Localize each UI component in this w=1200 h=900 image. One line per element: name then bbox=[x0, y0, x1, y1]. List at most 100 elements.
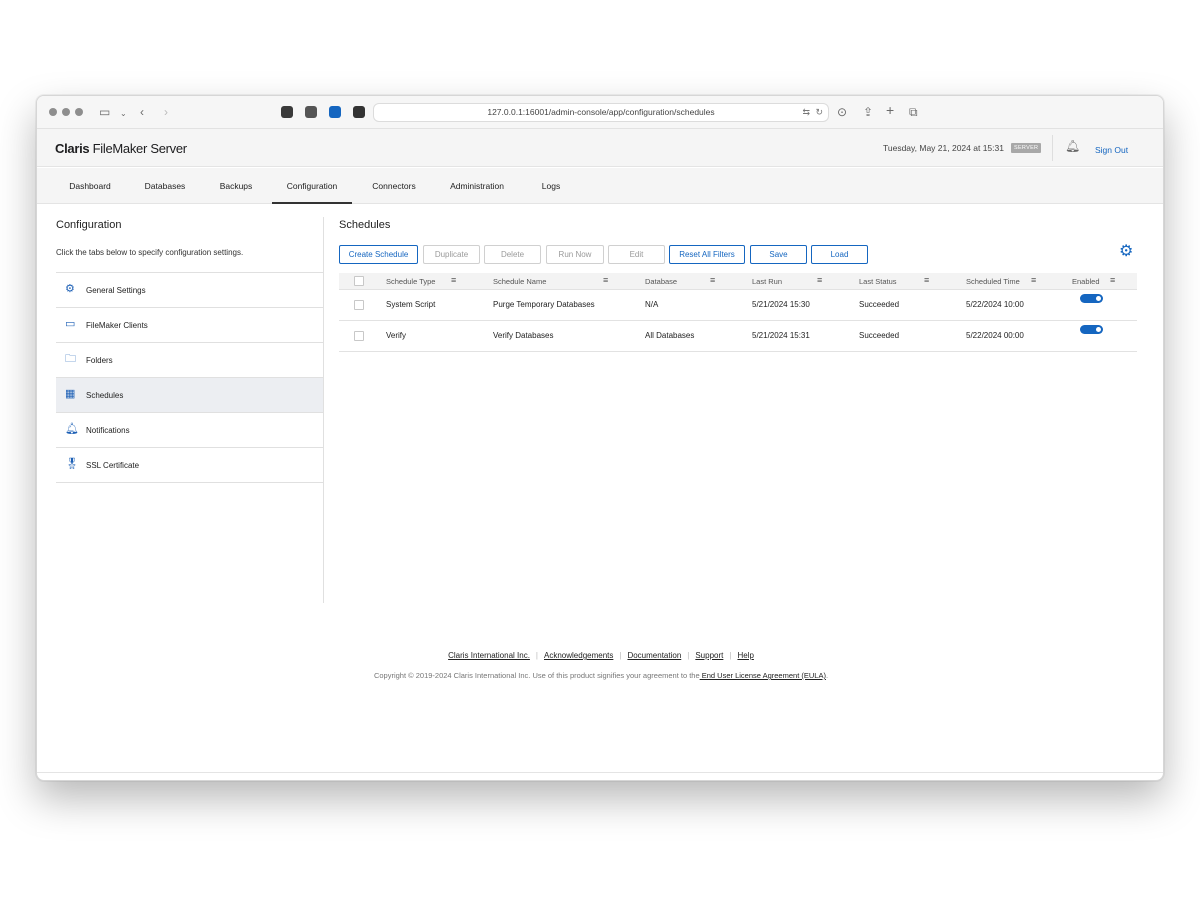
column-header-schedule-name[interactable]: Schedule Name bbox=[493, 277, 546, 286]
tab-logs[interactable]: Logs bbox=[529, 168, 573, 204]
column-header-enabled[interactable]: Enabled bbox=[1072, 277, 1100, 286]
panel-divider bbox=[323, 217, 324, 603]
sidebar-item-label: General Settings bbox=[86, 286, 146, 295]
footer-link-claris[interactable]: Claris International Inc. bbox=[448, 651, 530, 660]
column-menu-icon[interactable]: ≡ bbox=[451, 276, 456, 285]
footer-links: Claris International Inc. | Acknowledgemen… bbox=[37, 651, 1163, 660]
footer-separator: | bbox=[687, 651, 690, 660]
sidebar-item-schedules[interactable]: ▦ Schedules bbox=[56, 377, 323, 412]
footer-link-support[interactable]: Support bbox=[695, 651, 723, 660]
clients-icon: ▭ bbox=[65, 318, 76, 330]
browser-toolbar: ▭ ⌄ ‹ › 127.0.0.1:16001/admin-console/ap… bbox=[37, 96, 1163, 129]
back-icon[interactable]: ‹ bbox=[140, 105, 144, 119]
row-checkbox[interactable] bbox=[354, 331, 364, 341]
footer-link-documentation[interactable]: Documentation bbox=[627, 651, 681, 660]
save-button[interactable]: Save bbox=[750, 245, 807, 264]
sidebar-item-notifications[interactable]: 🔔︎ Notifications bbox=[56, 412, 323, 447]
zoom-window-button[interactable] bbox=[75, 108, 83, 116]
bell-icon: 🔔︎ bbox=[65, 423, 79, 435]
tab-backups[interactable]: Backups bbox=[205, 168, 267, 204]
tab-configuration[interactable]: Configuration bbox=[272, 168, 352, 204]
table-row[interactable]: System Script Purge Temporary Databases … bbox=[339, 290, 1137, 321]
column-menu-icon[interactable]: ≡ bbox=[1110, 276, 1115, 285]
table-settings-gear-icon[interactable]: ⚙ bbox=[1119, 243, 1133, 261]
sidebar-item-filemaker-clients[interactable]: ▭ FileMaker Clients bbox=[56, 307, 323, 342]
share-icon[interactable]: ⇪ bbox=[863, 105, 873, 119]
select-all-checkbox[interactable] bbox=[354, 276, 364, 286]
cell-database: All Databases bbox=[645, 331, 695, 340]
translate-icon[interactable]: ⇆ bbox=[802, 107, 810, 118]
sign-out-link[interactable]: Sign Out bbox=[1095, 145, 1128, 155]
column-header-scheduled-time[interactable]: Scheduled Time bbox=[966, 277, 1020, 286]
load-button[interactable]: Load bbox=[811, 245, 868, 264]
cell-last-status: Succeeded bbox=[859, 300, 900, 309]
copyright-statement: Copyright © 2019-2024 Claris Internation… bbox=[373, 671, 700, 680]
reload-icon[interactable]: ↻ bbox=[815, 107, 823, 118]
main-nav: Dashboard Databases Backups Configuratio… bbox=[37, 168, 1163, 204]
reset-all-filters-button[interactable]: Reset All Filters bbox=[669, 245, 745, 264]
column-menu-icon[interactable]: ≡ bbox=[710, 276, 715, 285]
column-header-database[interactable]: Database bbox=[645, 277, 677, 286]
enabled-toggle[interactable] bbox=[1080, 294, 1103, 303]
toggle-knob bbox=[1096, 327, 1101, 332]
sidebar-item-label: Notifications bbox=[86, 426, 130, 435]
eula-link[interactable]: End User License Agreement (EULA) bbox=[700, 671, 826, 680]
pinned-tab-icon[interactable] bbox=[305, 106, 317, 118]
column-header-schedule-type[interactable]: Schedule Type bbox=[386, 277, 435, 286]
pinned-tab-icon[interactable] bbox=[353, 106, 365, 118]
tab-databases[interactable]: Databases bbox=[133, 168, 197, 204]
enabled-toggle[interactable] bbox=[1080, 325, 1103, 334]
minimize-window-button[interactable] bbox=[62, 108, 70, 116]
cell-scheduled-time: 5/22/2024 10:00 bbox=[966, 300, 1024, 309]
sidebar-item-folders[interactable]: 🗀︎ Folders bbox=[56, 342, 323, 377]
server-badge: SERVER bbox=[1011, 143, 1042, 153]
column-menu-icon[interactable]: ≡ bbox=[924, 276, 929, 285]
pinned-tab-icon[interactable] bbox=[329, 106, 341, 118]
sidebar-item-label: Folders bbox=[86, 356, 113, 365]
download-icon[interactable]: ⊙ bbox=[837, 105, 847, 119]
cell-last-run: 5/21/2024 15:30 bbox=[752, 300, 810, 309]
tab-administration[interactable]: Administration bbox=[437, 168, 517, 204]
cell-last-status: Succeeded bbox=[859, 331, 900, 340]
footer-link-acknowledgements[interactable]: Acknowledgements bbox=[544, 651, 613, 660]
delete-button[interactable]: Delete bbox=[484, 245, 541, 264]
tab-connectors[interactable]: Connectors bbox=[359, 168, 429, 204]
footer-separator: | bbox=[619, 651, 622, 660]
column-header-last-status[interactable]: Last Status bbox=[859, 277, 897, 286]
duplicate-button[interactable]: Duplicate bbox=[423, 245, 480, 264]
footer-link-help[interactable]: Help bbox=[737, 651, 753, 660]
edit-button[interactable]: Edit bbox=[608, 245, 665, 264]
sidebar-item-ssl-certificate[interactable]: 🎖︎ SSL Certificate bbox=[56, 447, 323, 482]
row-checkbox[interactable] bbox=[354, 300, 364, 310]
table-header: Schedule Type ≡ Schedule Name ≡ Database… bbox=[339, 273, 1137, 290]
address-bar[interactable]: 127.0.0.1:16001/admin-console/app/config… bbox=[373, 103, 829, 122]
notifications-bell-icon[interactable]: 🔔︎ bbox=[1065, 139, 1080, 153]
run-now-button[interactable]: Run Now bbox=[546, 245, 604, 264]
column-menu-icon[interactable]: ≡ bbox=[603, 276, 608, 285]
sidebar-description: Click the tabs below to specify configur… bbox=[56, 248, 244, 257]
app-header: Claris FileMaker Server Tuesday, May 21,… bbox=[37, 129, 1163, 167]
pinned-tab-icon[interactable] bbox=[281, 106, 293, 118]
table-row[interactable]: Verify Verify Databases All Databases 5/… bbox=[339, 321, 1137, 352]
close-window-button[interactable] bbox=[49, 108, 57, 116]
create-schedule-button[interactable]: Create Schedule bbox=[339, 245, 418, 264]
tab-overview-icon[interactable]: ⧉ bbox=[909, 105, 918, 119]
sidebar-toggle-icon[interactable]: ▭ bbox=[99, 105, 110, 119]
toggle-knob bbox=[1096, 296, 1101, 301]
chevron-down-icon[interactable]: ⌄ bbox=[120, 107, 127, 121]
cell-schedule-type: System Script bbox=[386, 300, 436, 309]
page-title: Schedules bbox=[339, 219, 391, 231]
sidebar-item-label: Schedules bbox=[86, 391, 124, 400]
tab-dashboard[interactable]: Dashboard bbox=[55, 168, 125, 204]
gear-icon: ⚙ bbox=[65, 283, 75, 295]
sidebar-item-general-settings[interactable]: ⚙ General Settings bbox=[56, 272, 323, 307]
new-tab-icon[interactable]: + bbox=[886, 103, 894, 117]
column-menu-icon[interactable]: ≡ bbox=[817, 276, 822, 285]
calendar-icon: ▦ bbox=[65, 388, 76, 400]
column-header-last-run[interactable]: Last Run bbox=[752, 277, 782, 286]
forward-icon[interactable]: › bbox=[164, 105, 168, 119]
column-menu-icon[interactable]: ≡ bbox=[1031, 276, 1036, 285]
cell-schedule-name: Verify Databases bbox=[493, 331, 554, 340]
sidebar-title: Configuration bbox=[56, 219, 122, 231]
certificate-icon: 🎖︎ bbox=[65, 458, 79, 470]
